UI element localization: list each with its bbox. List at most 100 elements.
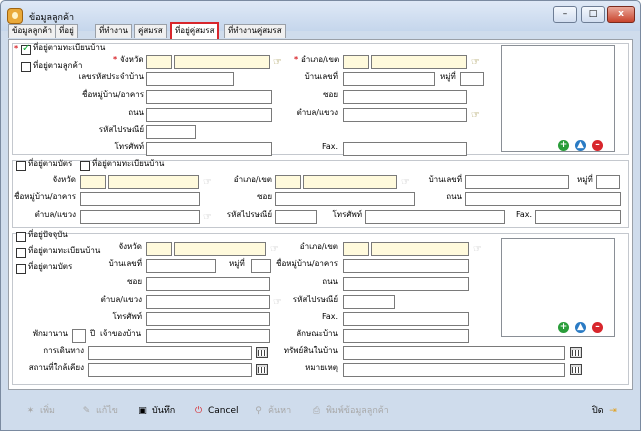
same-as-id-card-checkbox[interactable]	[16, 264, 26, 274]
current-address-checkbox[interactable]	[16, 232, 26, 242]
house-no-field-3[interactable]	[146, 259, 216, 273]
property-field[interactable]	[343, 346, 565, 360]
house-no-field-2[interactable]	[465, 175, 569, 189]
province-label: จังหวัด	[120, 55, 144, 64]
cancel-button[interactable]: ⏻ Cancel	[192, 404, 239, 418]
close-button[interactable]: ปิด ⇥	[592, 404, 623, 418]
moo-field-2[interactable]	[596, 175, 620, 189]
house-type-field[interactable]	[343, 329, 469, 343]
edit-button[interactable]: ✎ แก้ไข	[80, 404, 118, 418]
phone-field[interactable]	[146, 142, 272, 156]
village-field-2[interactable]	[80, 192, 200, 206]
note-label: หมายเหตุ	[305, 363, 338, 372]
tab-workplace[interactable]: ที่ทำงาน	[95, 24, 132, 38]
district-name-field[interactable]	[371, 55, 467, 69]
village-field[interactable]	[146, 90, 272, 104]
nearby-place-field[interactable]	[88, 363, 252, 377]
district-code-field-3[interactable]	[343, 242, 369, 256]
search-button[interactable]: ⚲ ค้นหา	[252, 404, 291, 418]
search-button-label: ค้นหา	[268, 406, 292, 416]
printer-icon: ⎙	[312, 406, 321, 416]
tab-spouse[interactable]: คู่สมรส	[134, 24, 167, 38]
fax-field[interactable]	[343, 142, 467, 156]
tab-spouse-address[interactable]: ที่อยู่คู่สมรส	[170, 22, 220, 39]
house-registration-checkbox[interactable]	[80, 161, 90, 171]
district-lookup-icon-3[interactable]: ☞	[473, 244, 486, 255]
house-code-label: เลขรหัสประจำบ้าน	[78, 72, 144, 81]
district-lookup-icon[interactable]: ☞	[471, 57, 484, 68]
province-name-field-3[interactable]	[174, 242, 266, 256]
remove-photo-icon-2[interactable]: –	[592, 322, 603, 333]
road-field-3[interactable]	[343, 277, 469, 291]
travel-field[interactable]	[88, 346, 252, 360]
stay-duration-field[interactable]	[72, 329, 86, 343]
same-as-house-registration-checkbox[interactable]	[21, 43, 31, 55]
district-code-field-2[interactable]	[275, 175, 301, 189]
district-code-field[interactable]	[343, 55, 369, 69]
fax-field-3[interactable]	[343, 312, 469, 326]
province-lookup-icon-3[interactable]: ☞	[270, 244, 283, 255]
moo-field[interactable]	[460, 72, 484, 86]
id-card-address-label: ที่อยู่ตามบัตร	[28, 159, 73, 168]
tab-address[interactable]: ที่อยู่	[55, 24, 78, 38]
phone-field-2[interactable]	[365, 210, 505, 224]
province-code-field[interactable]	[146, 55, 172, 69]
add-button[interactable]: ✶ เพิ่ม	[24, 404, 55, 418]
district-name-field-2[interactable]	[303, 175, 397, 189]
province-name-field[interactable]	[174, 55, 270, 69]
same-as-house-registration-checkbox-2[interactable]	[16, 248, 26, 258]
close-window-button[interactable]: x	[607, 6, 635, 23]
subdistrict-lookup-icon-3[interactable]: ☞	[273, 297, 286, 308]
road-field-2[interactable]	[465, 192, 621, 206]
move-up-photo-icon[interactable]: ▲	[575, 140, 586, 151]
minimize-button[interactable]: –	[553, 6, 577, 23]
village-field-3[interactable]	[343, 259, 469, 273]
note-field[interactable]	[343, 363, 565, 377]
province-code-field-3[interactable]	[146, 242, 172, 256]
postcode-field-3[interactable]	[343, 295, 395, 309]
province-lookup-icon[interactable]: ☞	[273, 57, 286, 68]
soi-field[interactable]	[343, 90, 467, 104]
move-up-photo-icon-2[interactable]: ▲	[575, 322, 586, 333]
maximize-button[interactable]: □	[581, 6, 605, 23]
soi-field-2[interactable]	[275, 192, 415, 206]
subdistrict-field-3[interactable]	[146, 295, 270, 309]
subdistrict-lookup-icon[interactable]: ☞	[471, 110, 484, 121]
cancel-button-label: Cancel	[208, 406, 239, 416]
subdistrict-lookup-icon-2[interactable]: ☞	[203, 212, 216, 223]
nearby-place-lookup-icon[interactable]	[256, 364, 268, 375]
property-lookup-icon[interactable]	[570, 347, 582, 358]
save-button[interactable]: ▣ บันทึก	[136, 404, 175, 418]
owner-field[interactable]	[146, 329, 270, 343]
tab-spouse-workplace[interactable]: ที่ทำงานคู่สมรส	[224, 24, 286, 38]
province-name-field-2[interactable]	[108, 175, 199, 189]
add-photo-icon-2[interactable]: +	[558, 322, 569, 333]
postcode-label: รหัสไปรษณีย์	[98, 125, 144, 134]
house-code-field[interactable]	[146, 72, 234, 86]
subdistrict-field-2[interactable]	[80, 210, 200, 224]
note-lookup-icon[interactable]	[570, 364, 582, 375]
fax-field-2[interactable]	[535, 210, 621, 224]
postcode-field[interactable]	[146, 125, 196, 139]
soi-label-2: ซอย	[257, 192, 272, 201]
soi-field-3[interactable]	[146, 277, 270, 291]
travel-lookup-icon[interactable]	[256, 347, 268, 358]
postcode-field-2[interactable]	[275, 210, 317, 224]
phone-field-3[interactable]	[146, 312, 270, 326]
add-photo-icon[interactable]: +	[558, 140, 569, 151]
district-lookup-icon-2[interactable]: ☞	[401, 177, 414, 188]
photo-box-1	[501, 45, 615, 152]
same-as-customer-checkbox[interactable]	[21, 62, 31, 72]
road-field[interactable]	[146, 108, 272, 122]
id-card-address-checkbox[interactable]	[16, 161, 26, 171]
save-button-label: บันทึก	[152, 406, 176, 416]
tab-customer-info[interactable]: ข้อมูลลูกค้า	[8, 24, 57, 38]
subdistrict-field[interactable]	[343, 108, 467, 122]
remove-photo-icon[interactable]: –	[592, 140, 603, 151]
print-customer-button[interactable]: ⎙ พิมพ์ข้อมูลลูกค้า	[310, 404, 389, 418]
moo-field-3[interactable]	[251, 259, 271, 273]
province-code-field-2[interactable]	[80, 175, 106, 189]
house-no-field[interactable]	[343, 72, 435, 86]
district-name-field-3[interactable]	[371, 242, 469, 256]
province-lookup-icon-2[interactable]: ☞	[203, 177, 216, 188]
